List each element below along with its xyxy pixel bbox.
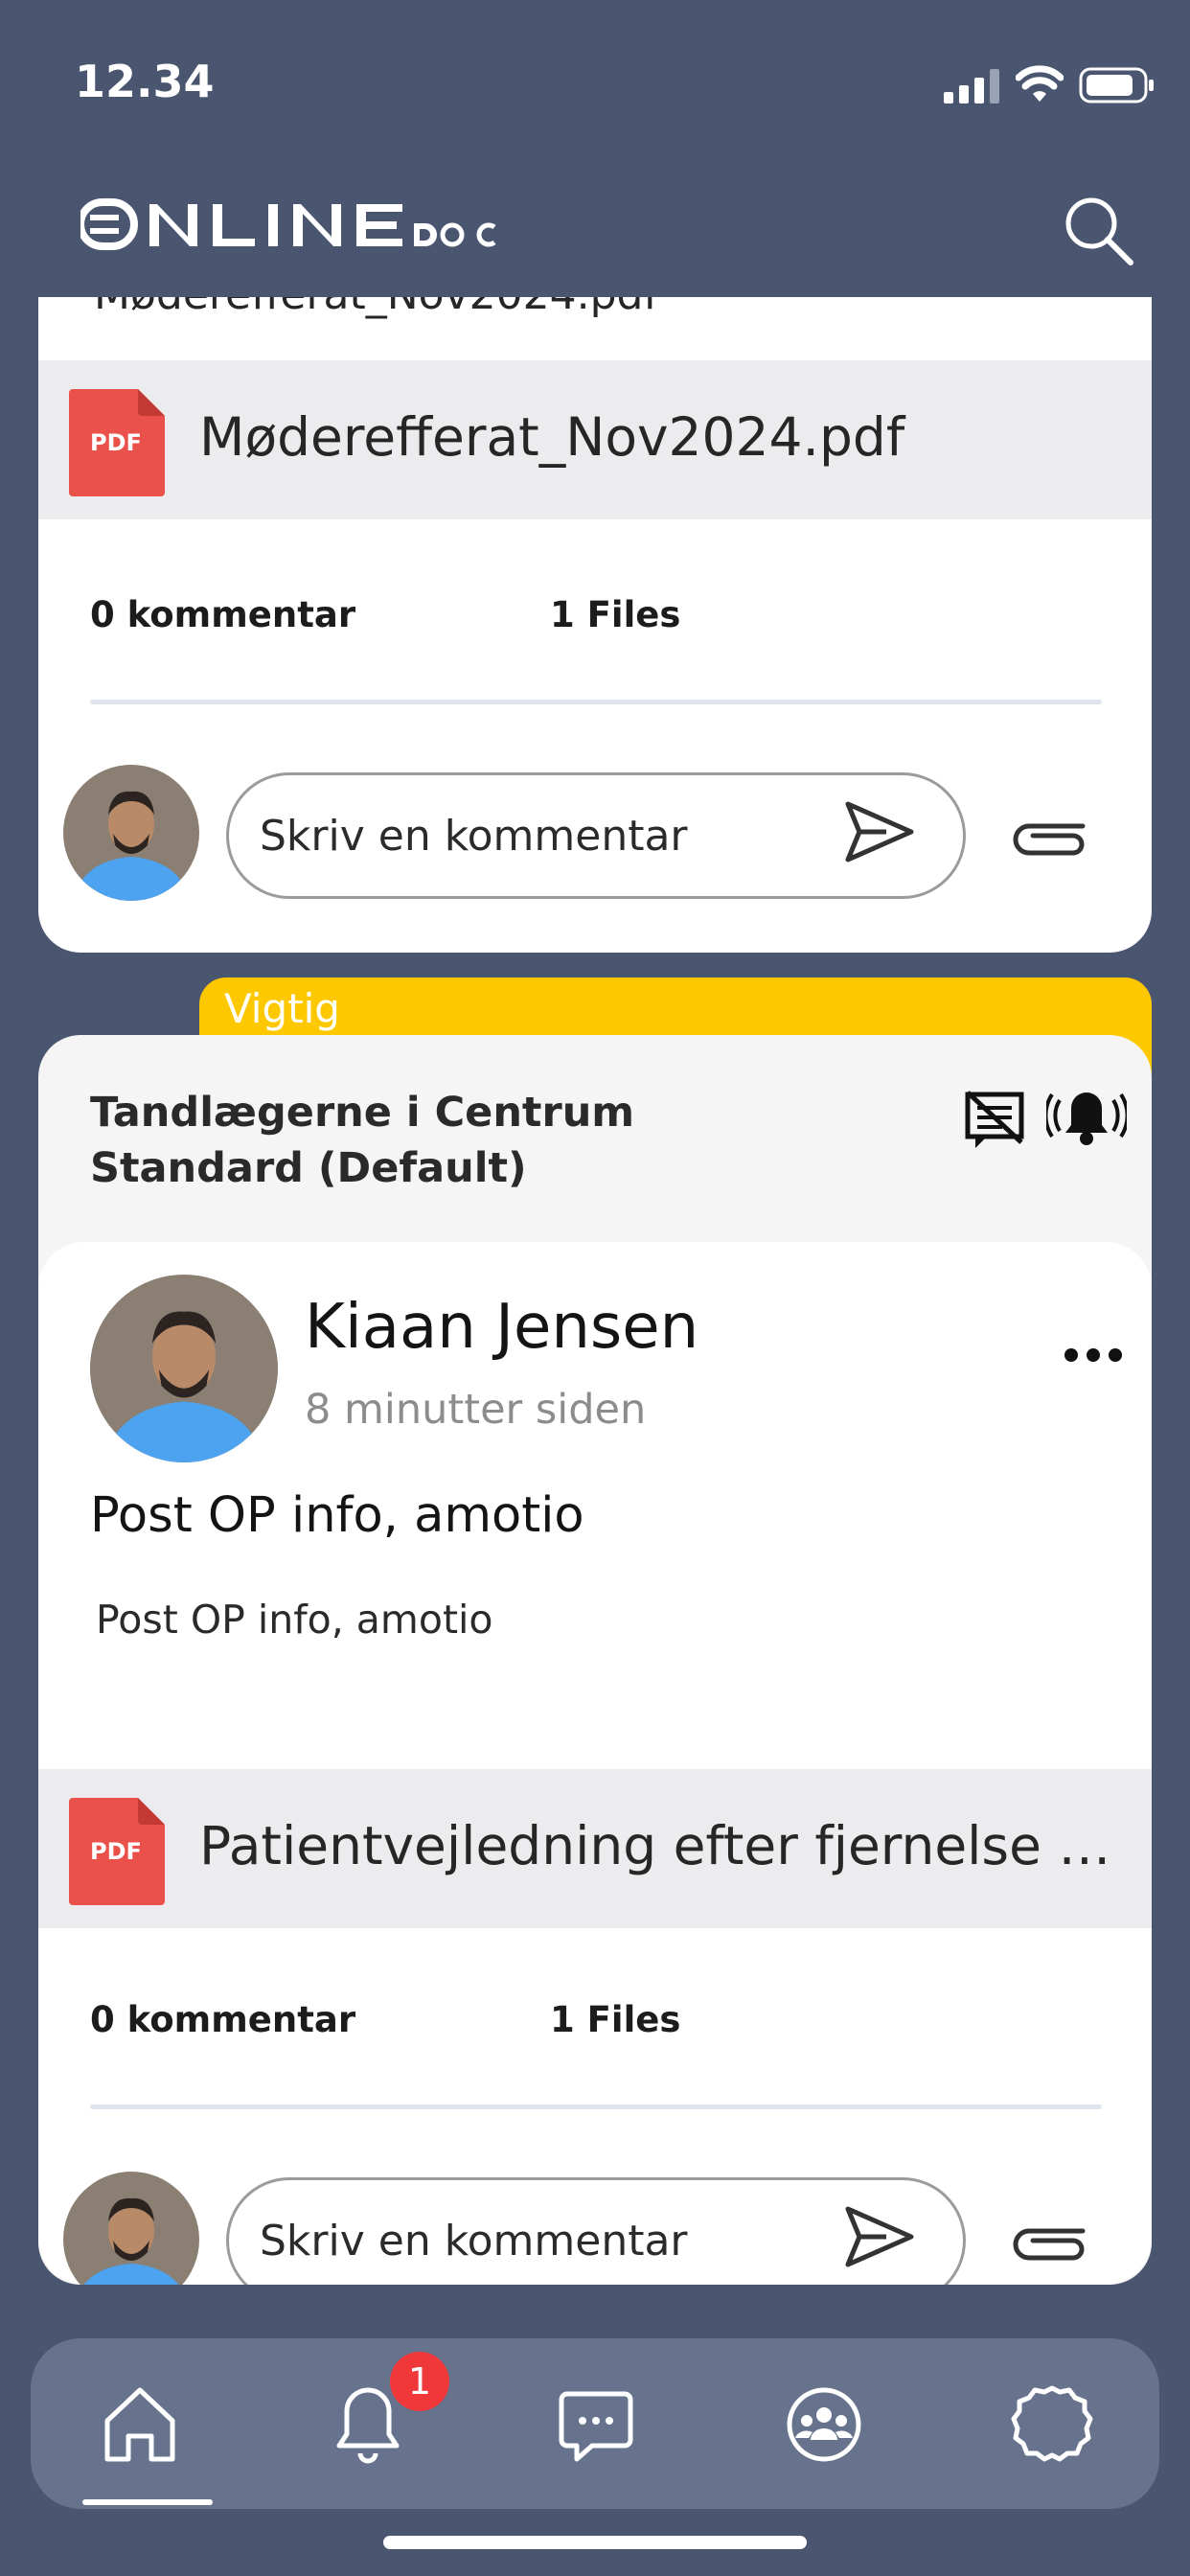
author-name[interactable]: Kiaan Jensen <box>305 1292 698 1363</box>
paperclip-icon[interactable] <box>1012 809 1088 866</box>
comment-count[interactable]: 0 kommentar <box>90 594 355 635</box>
post-title: Post OP info, amotio <box>90 1487 584 1544</box>
post-card: Tandlægerne i Centrum Standard (Default) <box>38 1035 1152 2285</box>
group-name-line1: Tandlægerne i Centrum <box>90 1089 635 1137</box>
pdf-icon: PDF <box>69 389 165 496</box>
divider <box>90 2104 1102 2109</box>
comments-disabled-icon[interactable] <box>964 1089 1025 1154</box>
onlinedoc-logo <box>77 196 502 258</box>
bottom-nav: 1 <box>31 2338 1159 2509</box>
chat-icon[interactable] <box>548 2377 644 2472</box>
post-card: Møderefferat_Nov2024.pdf PDF Mødereffera… <box>38 297 1152 953</box>
notification-ringing-icon[interactable] <box>1043 1085 1130 1156</box>
cellular-signal-icon <box>944 69 1001 107</box>
comment-placeholder: Skriv en kommentar <box>260 812 688 861</box>
avatar <box>63 2172 199 2285</box>
attachment-name-cut: Møderefferat_Nov2024.pdf <box>94 297 658 319</box>
important-tag-label: Vigtig <box>224 985 340 1032</box>
comment-input[interactable]: Skriv en kommentar <box>226 772 966 899</box>
pdf-icon: PDF <box>69 1798 165 1905</box>
group-name[interactable]: Tandlægerne i Centrum Standard (Default) <box>90 1085 634 1196</box>
post-content: Kiaan Jensen 8 minutter siden Post OP in… <box>38 1242 1152 2285</box>
comment-input[interactable]: Skriv en kommentar <box>226 2177 966 2285</box>
avatar <box>63 765 199 901</box>
settings-icon[interactable] <box>1004 2377 1100 2472</box>
home-icon[interactable] <box>92 2377 188 2472</box>
post-body: Post OP info, amotio <box>96 1597 493 1643</box>
battery-icon <box>1079 67 1156 109</box>
comment-placeholder: Skriv en kommentar <box>260 2217 688 2266</box>
status-time: 12.34 <box>75 56 215 107</box>
paperclip-icon[interactable] <box>1012 2214 1088 2271</box>
pdf-icon-label: PDF <box>90 429 142 456</box>
search-icon[interactable] <box>1062 194 1134 270</box>
home-indicator <box>383 2536 807 2549</box>
groups-icon[interactable] <box>776 2377 872 2472</box>
author-avatar[interactable] <box>90 1275 278 1462</box>
notification-badge: 1 <box>390 2352 449 2411</box>
group-name-line2: Standard (Default) <box>90 1144 527 1192</box>
attachment-row[interactable]: PDF Patientvejledning efter fjernelse af… <box>38 1769 1152 1928</box>
send-icon[interactable] <box>844 2205 915 2272</box>
active-tab-indicator <box>82 2499 213 2505</box>
file-count[interactable]: 1 Files <box>550 594 680 635</box>
divider <box>90 700 1102 704</box>
file-count[interactable]: 1 Files <box>550 1999 680 2040</box>
more-options-icon[interactable] <box>1064 1347 1123 1367</box>
comment-count[interactable]: 0 kommentar <box>90 1999 355 2040</box>
attachment-row[interactable]: PDF Møderefferat_Nov2024.pdf <box>38 360 1152 519</box>
send-icon[interactable] <box>844 800 915 867</box>
post-time: 8 minutter siden <box>305 1386 647 1434</box>
attachment-name: Patientvejledning efter fjernelse af vis… <box>199 1815 1119 1876</box>
attachment-name: Møderefferat_Nov2024.pdf <box>199 406 905 468</box>
wifi-icon <box>1015 65 1064 107</box>
pdf-icon-label: PDF <box>90 1838 142 1865</box>
